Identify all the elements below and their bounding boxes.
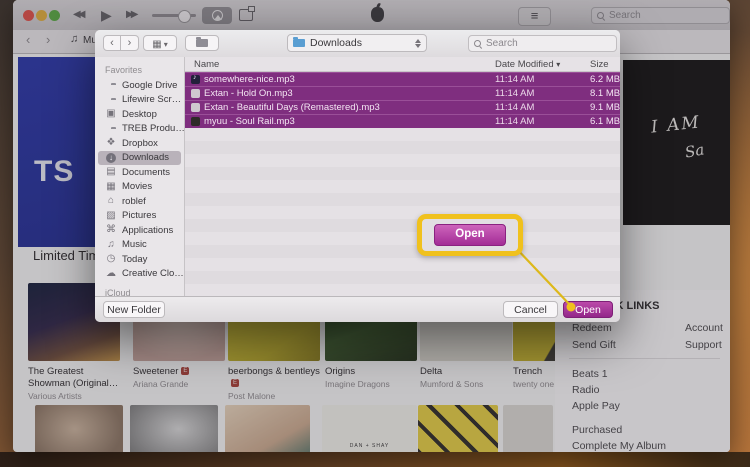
audio-file-icon: [191, 117, 200, 126]
file-date: 11:14 AM: [495, 116, 590, 127]
documents-icon: ▤: [105, 167, 117, 177]
new-folder-button[interactable]: New Folder: [103, 301, 165, 318]
file-row[interactable]: somewhere-nice.mp3 11:14 AM 6.2 MB: [185, 72, 620, 86]
dialog-search-input[interactable]: Search: [468, 35, 617, 52]
grid-view-icon: [152, 34, 161, 52]
audio-file-icon: [191, 103, 200, 112]
sidebar-item-pictures[interactable]: ▨Pictures: [95, 209, 184, 224]
file-name: Extan - Beautiful Days (Remastered).mp3: [204, 102, 495, 113]
column-name[interactable]: Name: [185, 59, 495, 70]
file-name: somewhere-nice.mp3: [204, 74, 495, 85]
file-size: 6.2 MB: [590, 74, 620, 85]
file-size: 6.1 MB: [590, 116, 620, 127]
file-name: myuu - Soul Rail.mp3: [204, 116, 495, 127]
action-menu-button[interactable]: [185, 35, 219, 51]
highlighted-open-button[interactable]: Open: [434, 224, 506, 246]
dialog-toolbar: ‹ › Downloads Search: [95, 30, 620, 58]
column-size[interactable]: Size: [590, 59, 620, 70]
sidebar-item-applications[interactable]: ⌘Applications: [95, 223, 184, 238]
file-list-header: Name Date Modified Size: [185, 57, 620, 72]
open-file-dialog: ‹ › Downloads Search Favorites Google Dr…: [95, 30, 620, 322]
dialog-sidebar: Favorites Google Drive Lifewire Scr… ▣De…: [95, 57, 185, 297]
location-popup[interactable]: Downloads: [287, 34, 427, 52]
pictures-icon: ▨: [105, 211, 117, 221]
file-date: 11:14 AM: [495, 102, 590, 113]
open-button-callout: Open: [417, 214, 523, 256]
back-button[interactable]: ‹: [103, 35, 121, 51]
audio-file-icon: [191, 75, 200, 84]
empty-list-area: [185, 128, 620, 297]
column-date-modified[interactable]: Date Modified: [495, 59, 590, 70]
applications-icon: ⌘: [105, 225, 117, 235]
sidebar-item-dropbox[interactable]: ❖Dropbox: [95, 136, 184, 151]
popup-chevrons-icon: [415, 39, 421, 48]
file-name: Extan - Hold On.mp3: [204, 88, 495, 99]
clock-icon: ◷: [105, 254, 117, 264]
file-row[interactable]: Extan - Hold On.mp3 11:14 AM 8.1 MB: [185, 86, 620, 100]
location-label: Downloads: [310, 37, 362, 49]
file-row[interactable]: myuu - Soul Rail.mp3 11:14 AM 6.1 MB: [185, 114, 620, 128]
chevron-down-icon: [164, 34, 168, 52]
file-date: 11:14 AM: [495, 74, 590, 85]
audio-file-icon: [191, 89, 200, 98]
folder-icon: [196, 39, 208, 47]
sidebar-item-creative-cloud[interactable]: ☁Creative Clo…: [95, 267, 184, 282]
sidebar-item-home[interactable]: ⌂roblef: [95, 194, 184, 209]
search-placeholder: Search: [486, 38, 518, 49]
file-date: 11:14 AM: [495, 88, 590, 99]
sidebar-item-movies[interactable]: ▦Movies: [95, 180, 184, 195]
movies-icon: ▦: [105, 182, 117, 192]
downloads-icon: ↓: [105, 153, 117, 163]
folder-icon: [293, 39, 305, 47]
open-button[interactable]: Open: [563, 301, 613, 318]
sidebar-item-music[interactable]: ♫Music: [95, 238, 184, 253]
cancel-button[interactable]: Cancel: [503, 301, 558, 318]
sidebar-item-desktop[interactable]: ▣Desktop: [95, 107, 184, 122]
cloud-icon: ☁: [105, 269, 117, 279]
history-buttons: ‹ ›: [103, 35, 139, 51]
sidebar-header-favorites: Favorites: [95, 63, 184, 78]
dialog-footer: New Folder Cancel Open: [95, 296, 620, 322]
view-options-button[interactable]: [143, 35, 177, 51]
sort-descending-icon: [556, 59, 560, 70]
sidebar-item-documents[interactable]: ▤Documents: [95, 165, 184, 180]
sidebar-item-google-drive[interactable]: Google Drive: [95, 78, 184, 93]
desktop-icon: ▣: [105, 109, 117, 119]
sidebar-item-downloads[interactable]: ↓Downloads: [98, 151, 181, 166]
forward-button[interactable]: ›: [121, 35, 139, 51]
file-row[interactable]: Extan - Beautiful Days (Remastered).mp3 …: [185, 100, 620, 114]
file-size: 8.1 MB: [590, 88, 620, 99]
home-icon: ⌂: [105, 196, 117, 206]
desktop: ◀◀ ▶ ▶▶ ≡ Search ‹ › ♫ Music TS I AM Sa: [0, 0, 750, 467]
file-size: 9.1 MB: [590, 102, 620, 113]
file-list: Name Date Modified Size somewhere-nice.m…: [185, 57, 620, 297]
sidebar-item-today[interactable]: ◷Today: [95, 252, 184, 267]
music-note-icon: ♫: [105, 240, 117, 250]
sidebar-item-treb[interactable]: TREB Produ…: [95, 122, 184, 137]
sidebar-item-lifewire[interactable]: Lifewire Scr…: [95, 93, 184, 108]
search-icon: [474, 40, 482, 48]
dropbox-icon: ❖: [105, 138, 117, 148]
